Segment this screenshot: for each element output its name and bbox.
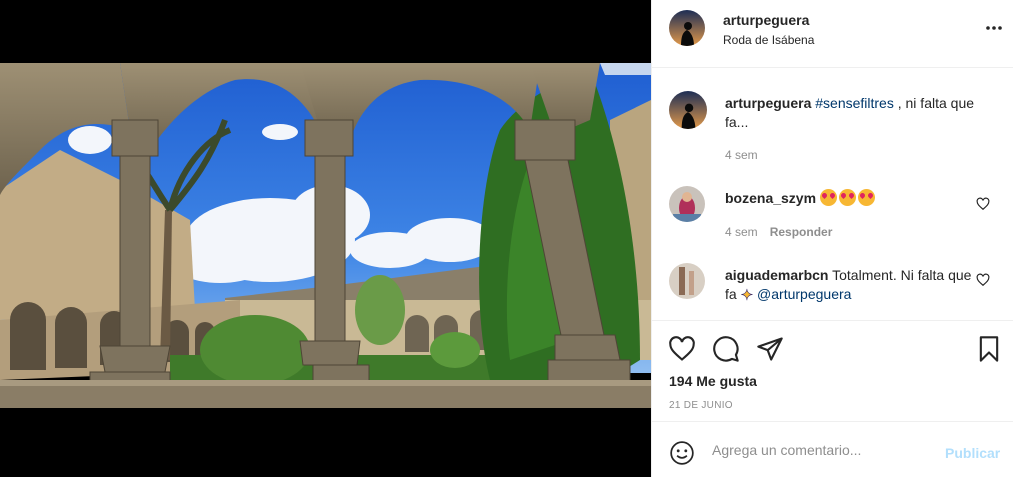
author-avatar-image [669,10,705,46]
author-username[interactable]: arturpeguera [723,12,809,28]
post-photo[interactable] [0,0,651,477]
post-details-panel: arturpeguera Roda de Isábena arturpeguer… [651,0,1013,477]
paper-plane-icon[interactable] [756,335,784,363]
more-options-icon[interactable] [984,18,1004,38]
publish-button[interactable]: Publicar [945,445,1000,461]
post-date[interactable]: 21 DE JUNIO [669,400,733,411]
comment-mention[interactable]: @arturpeguera [757,286,851,302]
commenter-avatar-image [669,186,705,222]
bookmark-icon[interactable] [975,335,1003,363]
comment-like-heart-icon[interactable] [976,273,990,287]
instagram-post: arturpeguera Roda de Isábena arturpeguer… [0,0,1013,477]
cloister-photo [0,63,651,408]
post-location[interactable]: Roda de Isábena [723,33,814,47]
smiley-icon[interactable] [669,440,695,466]
comment-username[interactable]: bozena_szym [725,190,816,206]
comment-time[interactable]: 4 sem [725,225,758,239]
caption-time[interactable]: 4 sem [725,148,758,162]
caption-username[interactable]: arturpeguera [725,95,811,111]
reply-button[interactable]: Responder [770,225,833,239]
comment: aiguademarbcn Totalment. Ni falta que fa… [725,266,975,305]
post-caption: arturpeguera #sensefiltres , ni falta qu… [725,94,975,132]
caption-meta: 4 sem [725,148,758,162]
comment-username[interactable]: aiguademarbcn [725,267,828,283]
commenter-avatar[interactable] [669,263,705,299]
comment-icon[interactable] [712,335,740,363]
comment-like-heart-icon[interactable] [976,197,990,211]
caption-author-avatar[interactable] [669,91,707,129]
heart-eyes-emoji [857,189,875,206]
heart-eyes-emoji [819,189,837,206]
comment-meta: 4 sem Responder [725,225,832,239]
comment-input[interactable] [712,437,932,463]
caption-avatar-image [669,91,707,129]
add-comment-bar: Publicar [652,421,1013,477]
heart-eyes-emoji [838,189,856,206]
caption-hashtag[interactable]: #sensefiltres [815,95,894,111]
sparkle-emoji: ✦ [740,287,754,305]
post-header: arturpeguera Roda de Isábena [652,0,1013,68]
author-avatar[interactable] [669,10,705,46]
commenter-avatar-image [669,263,705,299]
heart-icon[interactable] [668,335,696,363]
commenter-avatar[interactable] [669,186,705,222]
like-count[interactable]: 194 Me gusta [669,373,757,389]
comment: bozena_szym [725,189,975,208]
